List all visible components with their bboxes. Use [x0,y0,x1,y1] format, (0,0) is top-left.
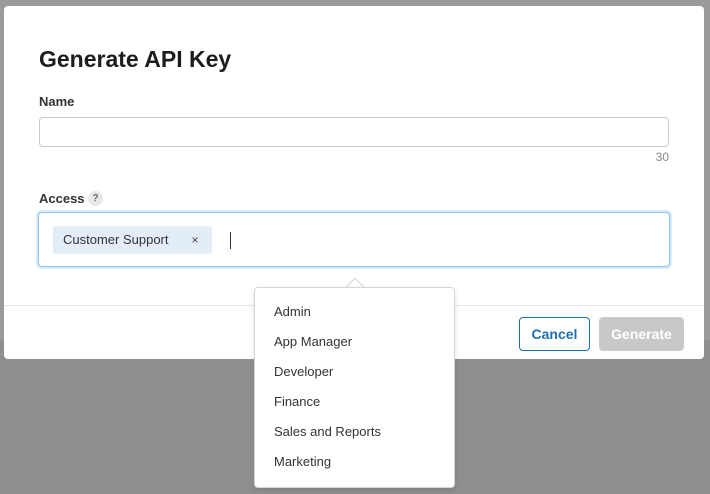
dropdown-option-app-manager[interactable]: App Manager [274,331,444,353]
cancel-button[interactable]: Cancel [519,317,590,351]
generate-button[interactable]: Generate [599,317,684,351]
dropdown-option-finance[interactable]: Finance [274,391,444,413]
text-caret [230,232,231,249]
dropdown-option-marketing[interactable]: Marketing [274,451,444,473]
dropdown-option-sales-and-reports[interactable]: Sales and Reports [274,421,444,443]
access-token-label: Customer Support [63,232,169,247]
dialog-title: Generate API Key [39,46,232,72]
access-token-customer-support: Customer Support × [53,226,212,254]
question-circle-icon[interactable]: ? [88,191,103,206]
access-tag-input[interactable]: Customer Support × [38,212,670,267]
access-label: Access [39,191,85,206]
access-options-dropdown: Admin App Manager Developer Finance Sale… [254,287,455,488]
name-char-counter: 30 [655,150,669,164]
dropdown-option-developer[interactable]: Developer [274,361,444,383]
dropdown-option-admin[interactable]: Admin [274,301,444,323]
name-label: Name [39,94,75,109]
name-input[interactable] [39,117,669,147]
close-icon[interactable]: × [188,226,202,254]
